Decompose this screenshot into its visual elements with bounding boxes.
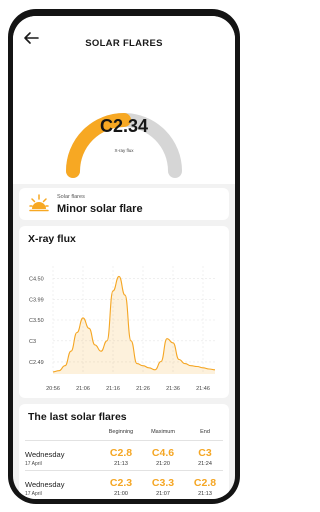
- x-tick-label: 20:56: [46, 386, 60, 392]
- row-day: Wednesday: [25, 480, 65, 489]
- column-end: End: [200, 429, 210, 435]
- app-header: SOLAR FLARES: [13, 16, 235, 56]
- end-value: C3: [198, 447, 212, 459]
- xray-flux-chart-card: X-ray flux C4.50 C3.99 C3.50 C3 C2.49 20:56 21…: [19, 226, 229, 398]
- x-tick-label: 21:06: [76, 386, 90, 392]
- column-beginning: Beginning: [108, 429, 134, 435]
- last-flares-card: The last solar flares Beginning Maximum …: [19, 404, 229, 499]
- beginning-time: 21:13: [114, 461, 128, 467]
- beginning-value: C2.8: [109, 447, 133, 459]
- row-date: 17 April: [25, 491, 42, 497]
- y-tick-label: C2.49: [29, 360, 44, 366]
- y-tick-label: C3.99: [29, 298, 44, 304]
- y-tick-label: C4.50: [29, 276, 44, 282]
- end-time: 21:24: [198, 461, 212, 467]
- xray-flux-chart: C4.50 C3.99 C3.50 C3 C2.49 20:56 21:06 21:16 21:…: [29, 266, 216, 392]
- table-title: The last solar flares: [28, 411, 127, 423]
- x-tick-label: 21:26: [136, 386, 150, 392]
- column-maximum: Maximum: [151, 429, 175, 435]
- x-tick-label: 21:46: [196, 386, 210, 392]
- divider: [25, 440, 223, 441]
- end-time: 21:13: [198, 491, 212, 497]
- gauge-value: C2.34: [99, 116, 149, 136]
- app-screen: SOLAR FLARES C2.34 X-ray flux Solar flar…: [13, 16, 235, 499]
- x-tick-label: 21:36: [166, 386, 180, 392]
- flare-class-card[interactable]: Solar flares Minor solar flare: [19, 188, 229, 220]
- maximum-value: C3.3: [151, 477, 175, 489]
- page-title: SOLAR FLARES: [85, 38, 163, 49]
- gauge-caption: X-ray flux: [114, 148, 134, 153]
- flux-gauge: C2.34 X-ray flux: [13, 56, 235, 184]
- x-tick-label: 21:16: [106, 386, 120, 392]
- y-tick-label: C3.50: [29, 318, 44, 324]
- phone-frame: SOLAR FLARES C2.34 X-ray flux Solar flar…: [8, 9, 240, 504]
- flare-label: Solar flares: [57, 194, 85, 200]
- divider: [25, 470, 223, 471]
- beginning-time: 21:00: [114, 491, 128, 497]
- beginning-value: C2.3: [109, 477, 133, 489]
- maximum-value: C4.6: [151, 447, 175, 459]
- end-value: C2.8: [193, 477, 217, 489]
- flux-area: [53, 276, 215, 374]
- maximum-time: 21:07: [156, 491, 170, 497]
- row-date: 17 April: [25, 461, 42, 467]
- flare-value: Minor solar flare: [57, 203, 143, 215]
- sun-icon: [29, 194, 49, 212]
- y-tick-label: C3: [29, 339, 36, 345]
- row-day: Wednesday: [25, 450, 65, 459]
- maximum-time: 21:20: [156, 461, 170, 467]
